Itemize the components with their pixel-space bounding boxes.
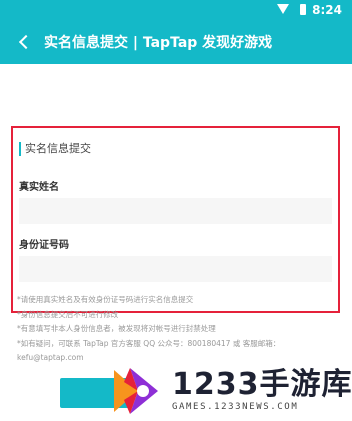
status-bar: 8:24 <box>0 0 352 20</box>
watermark-logo-icon <box>114 368 158 414</box>
id-number-label: 身份证号码 <box>19 240 69 251</box>
page-title: 实名信息提交 | TapTap 发现好游戏 <box>44 35 273 51</box>
id-number-input[interactable] <box>19 256 332 282</box>
section-title: 实名信息提交 <box>19 142 91 156</box>
real-name-label: 真实姓名 <box>19 182 59 193</box>
watermark-domain: GAMES.1233NEWS.COM <box>172 402 299 412</box>
battery-icon <box>300 4 306 15</box>
watermark: 1233手游库 GAMES.1233NEWS.COM <box>104 358 352 421</box>
status-time: 8:24 <box>312 3 342 17</box>
watermark-brand: 1233手游库 <box>172 367 352 402</box>
wifi-icon <box>276 4 289 14</box>
note-line: *请使用真实姓名及有效身份证号码进行实名信息提交 <box>17 295 194 304</box>
app-bar: 实名信息提交 | TapTap 发现好游戏 <box>0 20 352 64</box>
real-name-form: 实名信息提交 真实姓名 身份证号码 <box>11 126 340 313</box>
real-name-input[interactable] <box>19 198 332 224</box>
back-arrow-icon[interactable] <box>10 28 38 56</box>
note-line: *有意填写非本人身份信息者，被发现将对帐号进行封禁处理 <box>17 324 216 333</box>
note-line: *身份信息提交后不可进行修改 <box>17 309 119 319</box>
note-line: *如有疑问，可联系 TapTap 官方客服 QQ 公众号：800180417 或… <box>17 338 281 348</box>
notes-list: *请使用真实姓名及有效身份证号码进行实名信息提交 *身份信息提交后不可进行修改 … <box>17 293 347 366</box>
